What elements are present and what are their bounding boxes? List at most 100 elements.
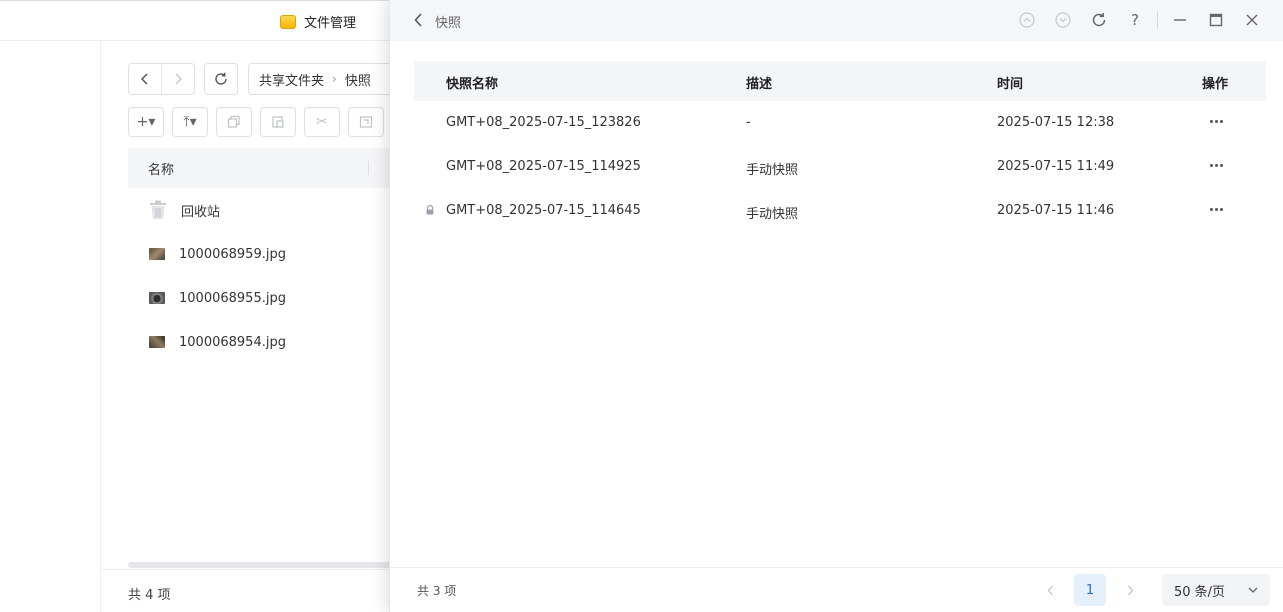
page-size-select[interactable]: 50 条/页 [1162, 574, 1270, 606]
upload-icon: ⤒▾ [183, 114, 197, 130]
horizontal-scrollbar[interactable] [128, 562, 428, 568]
snapshot-time: 2025-07-15 11:49 [997, 159, 1115, 174]
snapshot-row[interactable]: GMT+08_2025-07-15_123826 - 2025-07-15 12… [414, 101, 1266, 145]
file-manager-sidebar [0, 41, 101, 612]
lock-icon [426, 205, 434, 215]
chevron-down-icon [1248, 587, 1258, 593]
column-header-time[interactable]: 时间 [997, 73, 1023, 92]
more-dots-icon [1219, 207, 1223, 211]
back-button[interactable] [410, 11, 426, 29]
more-dots-icon [1214, 119, 1218, 123]
more-dots-icon [1214, 207, 1218, 211]
snapshot-time: 2025-07-15 11:46 [997, 203, 1115, 218]
image-thumbnail-icon [149, 248, 165, 260]
chevron-right-icon [175, 73, 182, 85]
prev-page-button[interactable] [1034, 574, 1066, 606]
image-thumbnail-icon [149, 336, 165, 348]
paste-button[interactable] [260, 107, 296, 137]
circle-chevron-down-icon [1055, 12, 1071, 28]
more-dots-icon [1219, 119, 1223, 123]
snapshot-panel-footer: 共 3 项 1 50 条/页 [390, 567, 1283, 612]
new-button[interactable]: +▾ [128, 107, 164, 137]
back-nav-button[interactable] [129, 64, 161, 94]
snapshot-name: GMT+08_2025-07-15_114645 [446, 203, 641, 218]
snapshot-time: 2025-07-15 12:38 [997, 115, 1115, 130]
move-button[interactable] [348, 107, 384, 137]
file-manager-title: 文件管理 [280, 12, 356, 31]
upload-button[interactable]: ⤒▾ [172, 107, 208, 137]
chevron-right-icon [1127, 585, 1133, 595]
close-icon [1246, 14, 1258, 26]
more-dots-icon [1219, 163, 1223, 167]
column-divider[interactable] [368, 161, 369, 175]
controls-divider [1157, 12, 1158, 28]
breadcrumb-separator-icon: › [332, 72, 337, 86]
snapshot-panel-title: 快照 [435, 16, 462, 31]
copy-button[interactable] [216, 107, 252, 137]
pagination: 1 50 条/页 [1034, 574, 1270, 606]
copy-icon [227, 115, 240, 128]
close-button[interactable] [1234, 10, 1270, 30]
snapshot-description: - [746, 115, 751, 130]
snapshot-description: 手动快照 [746, 163, 799, 178]
chevron-left-icon [1047, 585, 1053, 595]
more-actions-button[interactable] [1204, 199, 1228, 219]
item-count: 共 4 项 [128, 588, 171, 603]
breadcrumb-item-shared-folder[interactable]: 共享文件夹 [259, 70, 324, 89]
file-toolbar: +▾ ⤒▾ ✂ [128, 107, 384, 137]
panel-refresh-button[interactable] [1081, 10, 1117, 30]
snapshot-count: 共 3 项 [417, 584, 457, 598]
more-dots-icon [1209, 163, 1213, 167]
column-header-actions: 操作 [1202, 77, 1229, 92]
more-actions-button[interactable] [1204, 155, 1228, 175]
snapshot-row[interactable]: GMT+08_2025-07-15_114925 手动快照 2025-07-15… [414, 145, 1266, 189]
file-manager-app-icon [280, 14, 296, 29]
refresh-button[interactable] [204, 63, 238, 95]
chevron-left-icon [413, 13, 422, 27]
page-number-current[interactable]: 1 [1074, 574, 1106, 606]
move-icon [359, 116, 373, 128]
minimize-icon [1174, 19, 1186, 21]
snapshot-name: GMT+08_2025-07-15_114925 [446, 159, 641, 174]
next-item-button[interactable] [1045, 10, 1081, 30]
scissors-icon: ✂ [316, 114, 328, 130]
maximize-icon [1209, 13, 1223, 27]
circle-chevron-up-icon [1019, 12, 1035, 28]
file-name: 1000068955.jpg [179, 290, 286, 306]
next-page-button[interactable] [1114, 574, 1146, 606]
breadcrumb-item-snapshot[interactable]: 快照 [345, 70, 371, 89]
file-name: 回收站 [181, 204, 221, 220]
trash-icon [150, 200, 166, 219]
help-button[interactable]: ? [1117, 10, 1153, 30]
image-thumbnail-icon [149, 292, 165, 304]
cut-button[interactable]: ✂ [304, 107, 340, 137]
snapshot-row[interactable]: GMT+08_2025-07-15_114645 手动快照 2025-07-15… [414, 189, 1266, 233]
more-dots-icon [1209, 207, 1213, 211]
snapshot-panel: 快照 ? 快照名称 描述 时间 操作 GMT+08_2025-07-15_123… [389, 0, 1283, 612]
refresh-icon [215, 72, 227, 85]
refresh-icon [1092, 13, 1106, 27]
question-mark-icon: ? [1131, 11, 1139, 29]
forward-nav-button[interactable] [161, 64, 194, 94]
more-actions-button[interactable] [1204, 111, 1228, 131]
file-manager-title-text: 文件管理 [304, 16, 357, 31]
file-name: 1000068959.jpg [179, 246, 286, 262]
snapshot-name: GMT+08_2025-07-15_123826 [446, 115, 641, 130]
column-header-description[interactable]: 描述 [746, 73, 772, 92]
plus-icon: +▾ [136, 114, 156, 130]
snapshot-panel-header: 快照 ? [390, 0, 1283, 41]
column-header-snapshot-name[interactable]: 快照名称 [446, 73, 498, 92]
snapshot-table-header: 快照名称 描述 时间 操作 [414, 61, 1266, 101]
snapshot-description: 手动快照 [746, 207, 799, 222]
maximize-button[interactable] [1198, 10, 1234, 30]
page-size-value: 50 条/页 [1174, 584, 1226, 600]
chevron-left-icon [141, 73, 148, 85]
minimize-button[interactable] [1162, 10, 1198, 30]
history-nav [128, 63, 195, 95]
more-dots-icon [1214, 163, 1218, 167]
more-dots-icon [1209, 119, 1213, 123]
window-controls: ? [1009, 10, 1270, 30]
paste-icon [272, 116, 284, 128]
column-header-name[interactable]: 名称 [148, 159, 174, 178]
previous-item-button[interactable] [1009, 10, 1045, 30]
